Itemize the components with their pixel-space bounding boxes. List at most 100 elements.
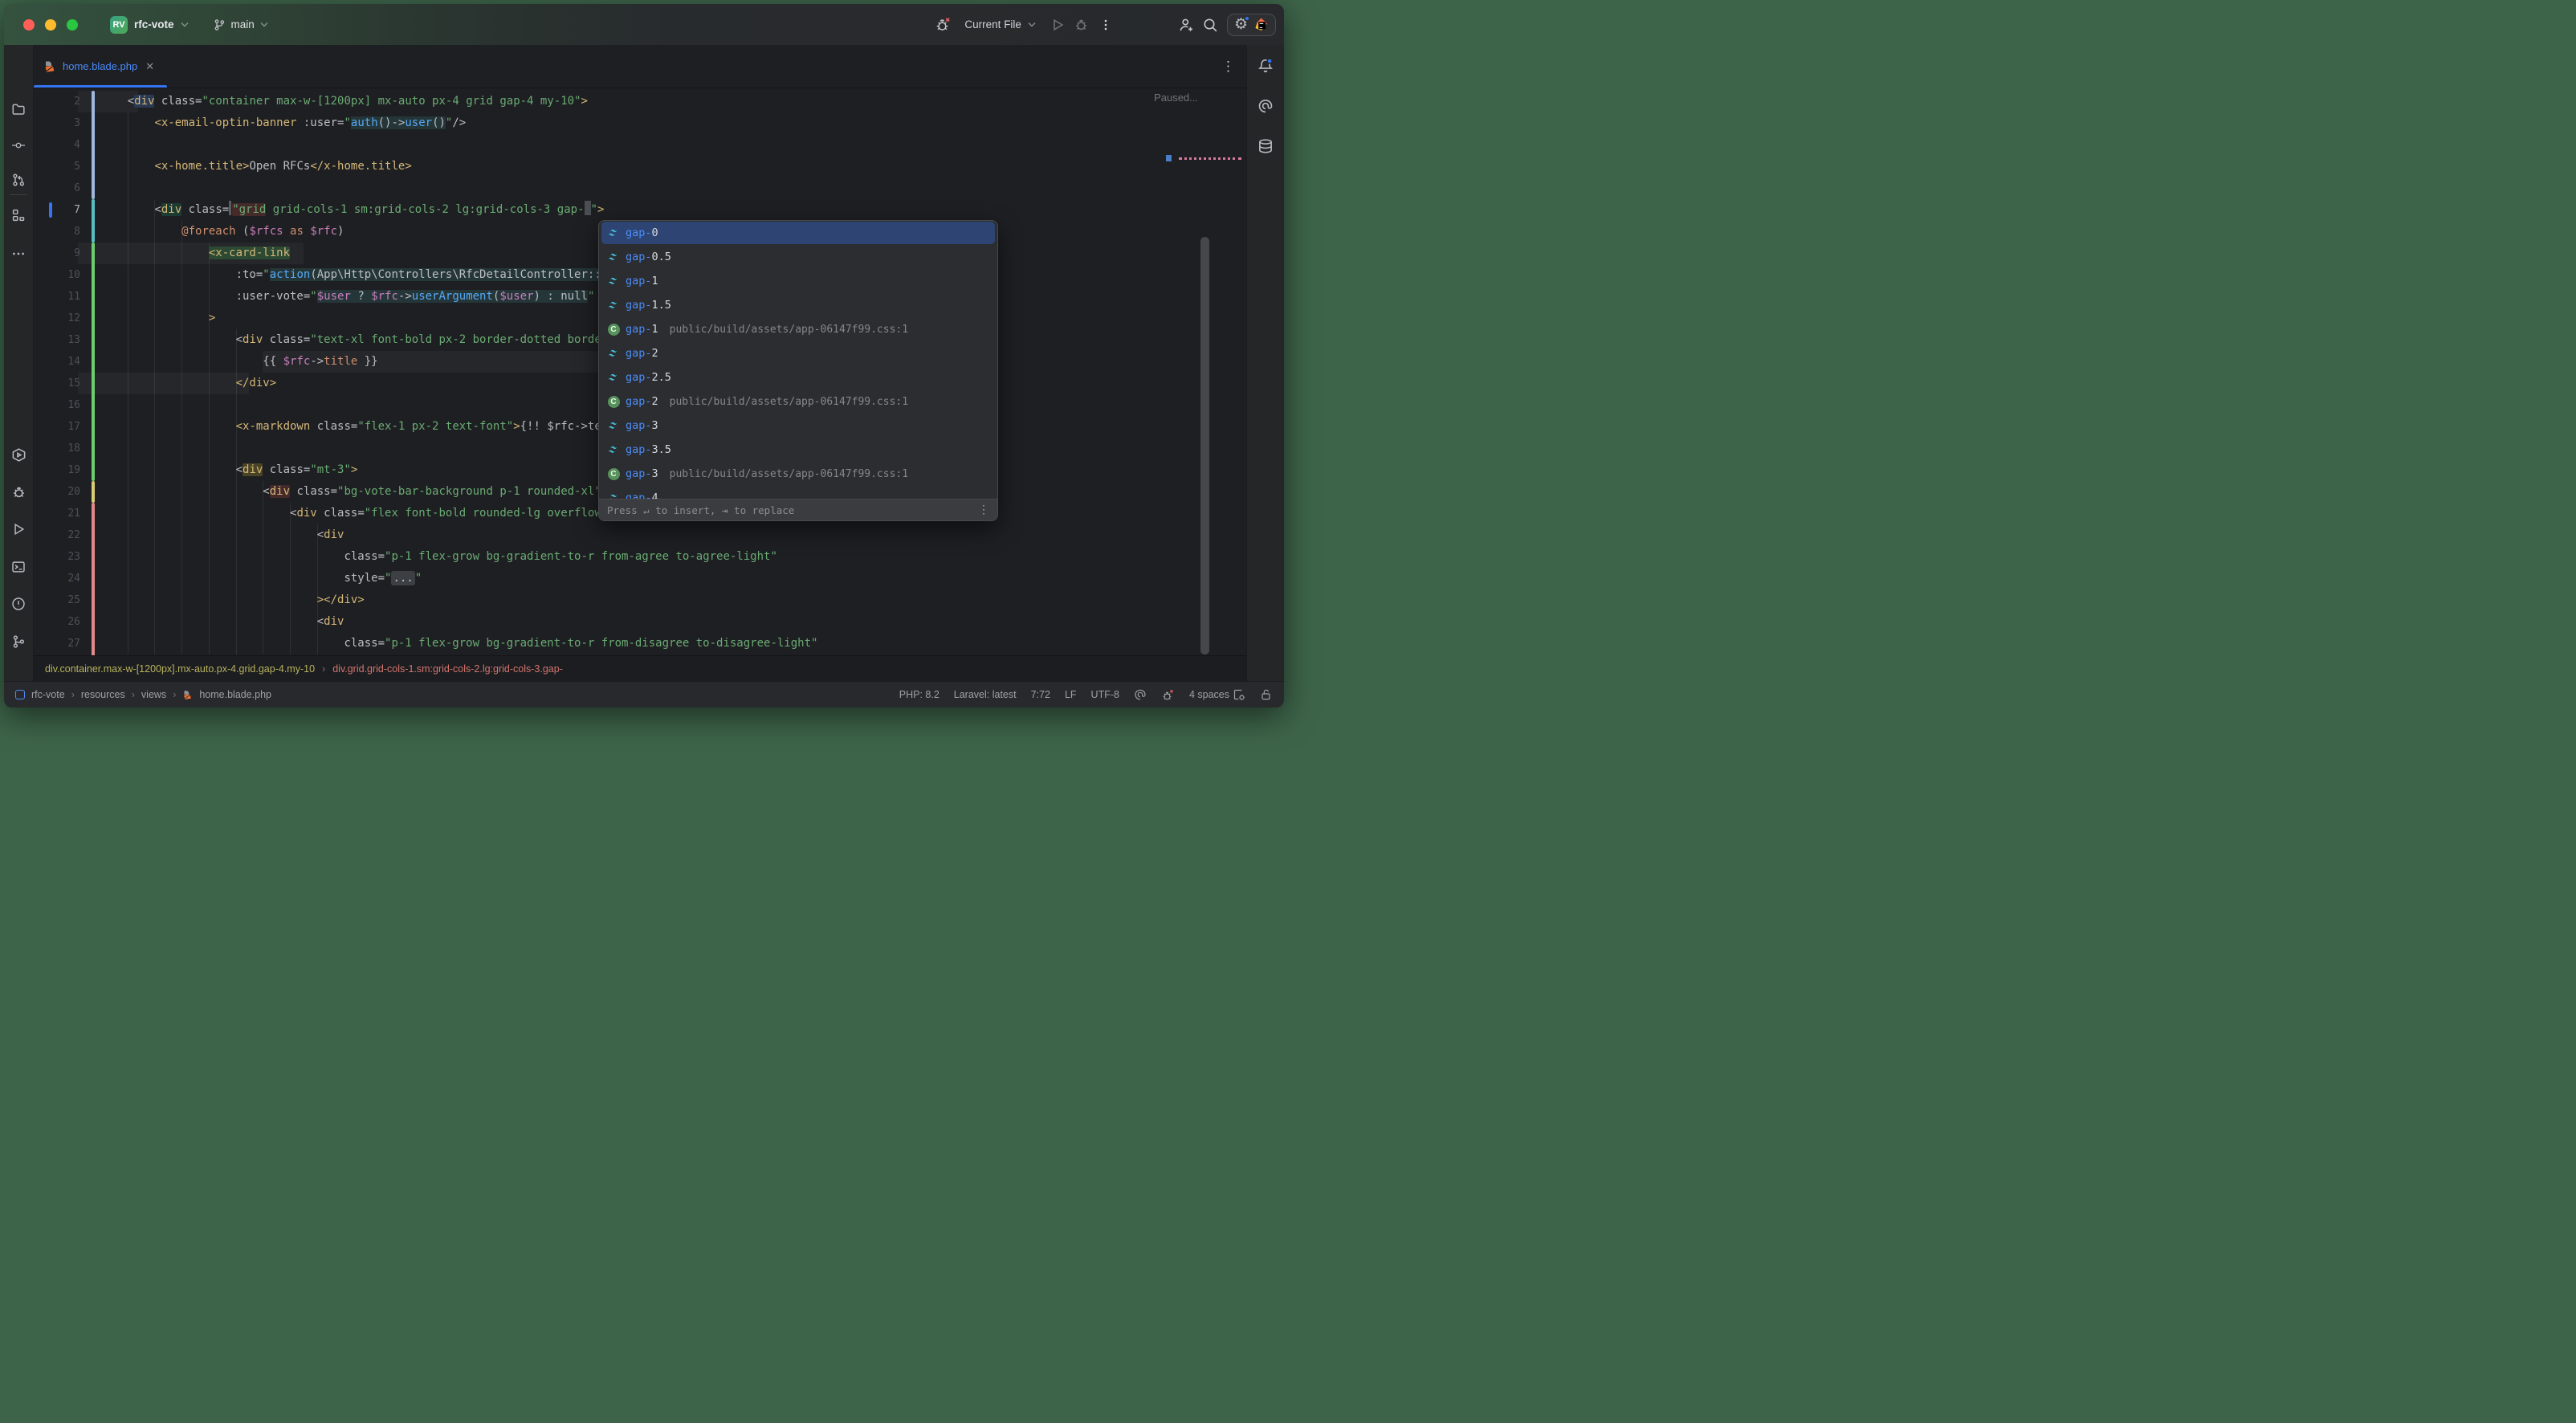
breadcrumb-item[interactable]: div.container.max-w-[1200px].mx-auto.px-…: [45, 663, 315, 675]
line-number[interactable]: 22: [34, 524, 80, 546]
completion-item[interactable]: gap-0.5: [599, 245, 997, 269]
line-number[interactable]: 3: [34, 112, 80, 134]
code-line[interactable]: 7 <div class="grid grid-cols-1 sm:grid-c…: [34, 199, 1246, 221]
line-number[interactable]: 6: [34, 177, 80, 199]
jetbrains-logo-icon[interactable]: [1253, 17, 1269, 33]
path-segment[interactable]: views: [141, 689, 166, 700]
line-number[interactable]: 2: [34, 91, 80, 112]
line-number[interactable]: 25: [34, 589, 80, 611]
line-number[interactable]: 12: [34, 308, 80, 329]
code-line[interactable]: 3 <x-email-optin-banner :user="auth()->u…: [34, 112, 1246, 134]
line-number[interactable]: 18: [34, 438, 80, 459]
structure-icon[interactable]: [7, 204, 30, 226]
project-folder-icon[interactable]: [7, 98, 30, 120]
stop-debugger-icon[interactable]: [931, 13, 955, 37]
debugger-muted-icon[interactable]: [1161, 688, 1175, 702]
code-line[interactable]: 24 style="...": [34, 568, 1246, 589]
line-number[interactable]: 24: [34, 568, 80, 589]
line-number[interactable]: 11: [34, 286, 80, 308]
code-line[interactable]: 25 ></div>: [34, 589, 1246, 611]
services-icon[interactable]: [7, 443, 30, 466]
add-user-icon[interactable]: [1174, 13, 1198, 37]
line-number[interactable]: 8: [34, 221, 80, 243]
path-segment[interactable]: rfc-vote: [31, 689, 65, 700]
line-number[interactable]: 10: [34, 264, 80, 286]
commit-icon[interactable]: [7, 134, 30, 157]
completion-item[interactable]: gap-2: [599, 341, 997, 365]
more-tool-windows-icon[interactable]: [7, 243, 30, 265]
version-control-icon[interactable]: [7, 630, 30, 653]
line-number[interactable]: 14: [34, 351, 80, 373]
code-line[interactable]: 4: [34, 134, 1246, 156]
code-line[interactable]: 23 class="p-1 flex-grow bg-gradient-to-r…: [34, 546, 1246, 568]
completion-item[interactable]: gap-1.5: [599, 293, 997, 317]
line-number[interactable]: 20: [34, 481, 80, 503]
notifications-bell-icon[interactable]: [1254, 55, 1277, 77]
minimize-window-button[interactable]: [45, 19, 56, 31]
completion-item[interactable]: gap-3.5: [599, 438, 997, 462]
completion-options-kebab-icon[interactable]: ⋮: [978, 504, 989, 516]
completion-item[interactable]: gap-1: [599, 269, 997, 293]
line-number[interactable]: 17: [34, 416, 80, 438]
code-editor[interactable]: 2 <div class="container max-w-[1200px] m…: [34, 88, 1246, 655]
database-icon[interactable]: [1254, 135, 1277, 157]
code-line[interactable]: 28 style="...": [34, 654, 1246, 656]
line-number[interactable]: 15: [34, 373, 80, 394]
line-number[interactable]: 23: [34, 546, 80, 568]
problems-icon[interactable]: [7, 593, 30, 615]
code-line[interactable]: 2 <div class="container max-w-[1200px] m…: [34, 91, 1246, 112]
close-window-button[interactable]: [23, 19, 35, 31]
ai-assistant-icon[interactable]: [1254, 95, 1277, 117]
completion-item[interactable]: Cgap-1public/build/assets/app-06147f99.c…: [599, 317, 997, 341]
completion-item[interactable]: gap-4: [599, 486, 997, 499]
code-line[interactable]: 27 class="p-1 flex-grow bg-gradient-to-r…: [34, 633, 1246, 654]
line-number[interactable]: 26: [34, 611, 80, 633]
project-widget[interactable]: RV rfc-vote: [110, 16, 189, 34]
zoom-window-button[interactable]: [67, 19, 78, 31]
line-number[interactable]: 28: [34, 654, 80, 656]
tab-home-blade-php[interactable]: home.blade.php ✕: [34, 45, 167, 88]
breadcrumb-item[interactable]: div.grid.grid-cols-1.sm:grid-cols-2.lg:g…: [332, 663, 563, 675]
code-line[interactable]: 5 <x-home.title>Open RFCs</x-home.title>: [34, 156, 1246, 177]
tab-options-kebab-icon[interactable]: ⋮: [1221, 59, 1235, 75]
code-line[interactable]: 22 <div: [34, 524, 1246, 546]
code-line[interactable]: 6: [34, 177, 1246, 199]
search-icon[interactable]: [1198, 13, 1222, 37]
file-writable-lock-icon[interactable]: [1260, 688, 1273, 701]
line-number[interactable]: 27: [34, 633, 80, 654]
line-number[interactable]: 9: [34, 243, 80, 264]
status-widget[interactable]: 7:72: [1031, 689, 1050, 700]
line-number[interactable]: 7: [34, 199, 80, 221]
run-icon[interactable]: [1045, 13, 1070, 37]
kebab-menu-icon[interactable]: [1094, 13, 1118, 37]
completion-item[interactable]: Cgap-2public/build/assets/app-06147f99.c…: [599, 389, 997, 414]
status-widget[interactable]: UTF-8: [1091, 689, 1119, 700]
path-segment[interactable]: resources: [81, 689, 125, 700]
line-number[interactable]: 13: [34, 329, 80, 351]
status-widget[interactable]: LF: [1065, 689, 1077, 700]
status-widget[interactable]: Laravel: latest: [954, 689, 1017, 700]
run-configuration-selector[interactable]: Current File: [964, 18, 1036, 31]
line-number[interactable]: 19: [34, 459, 80, 481]
indent-widget[interactable]: 4 spaces: [1189, 688, 1245, 701]
pull-requests-icon[interactable]: [7, 169, 30, 191]
completion-item[interactable]: gap-3: [599, 414, 997, 438]
line-number[interactable]: 21: [34, 503, 80, 524]
ai-status-icon[interactable]: [1134, 688, 1147, 701]
settings-gear-icon[interactable]: ⚙: [1234, 17, 1248, 32]
path-segment[interactable]: home.blade.php: [199, 689, 271, 700]
line-number[interactable]: 4: [34, 134, 80, 156]
debug-icon[interactable]: [1070, 13, 1094, 37]
terminal-icon[interactable]: [7, 556, 30, 578]
editor-scrollbar[interactable]: [1200, 237, 1209, 654]
line-number[interactable]: 5: [34, 156, 80, 177]
close-tab-icon[interactable]: ✕: [144, 60, 156, 73]
completion-item[interactable]: gap-2.5: [599, 365, 997, 389]
run-tool-icon[interactable]: [7, 518, 30, 540]
status-widget[interactable]: PHP: 8.2: [899, 689, 940, 700]
line-number[interactable]: 16: [34, 394, 80, 416]
completion-item[interactable]: Cgap-3public/build/assets/app-06147f99.c…: [599, 462, 997, 486]
code-line[interactable]: 26 <div: [34, 611, 1246, 633]
branch-widget[interactable]: main: [213, 18, 268, 31]
debug-tool-icon[interactable]: [7, 480, 30, 503]
